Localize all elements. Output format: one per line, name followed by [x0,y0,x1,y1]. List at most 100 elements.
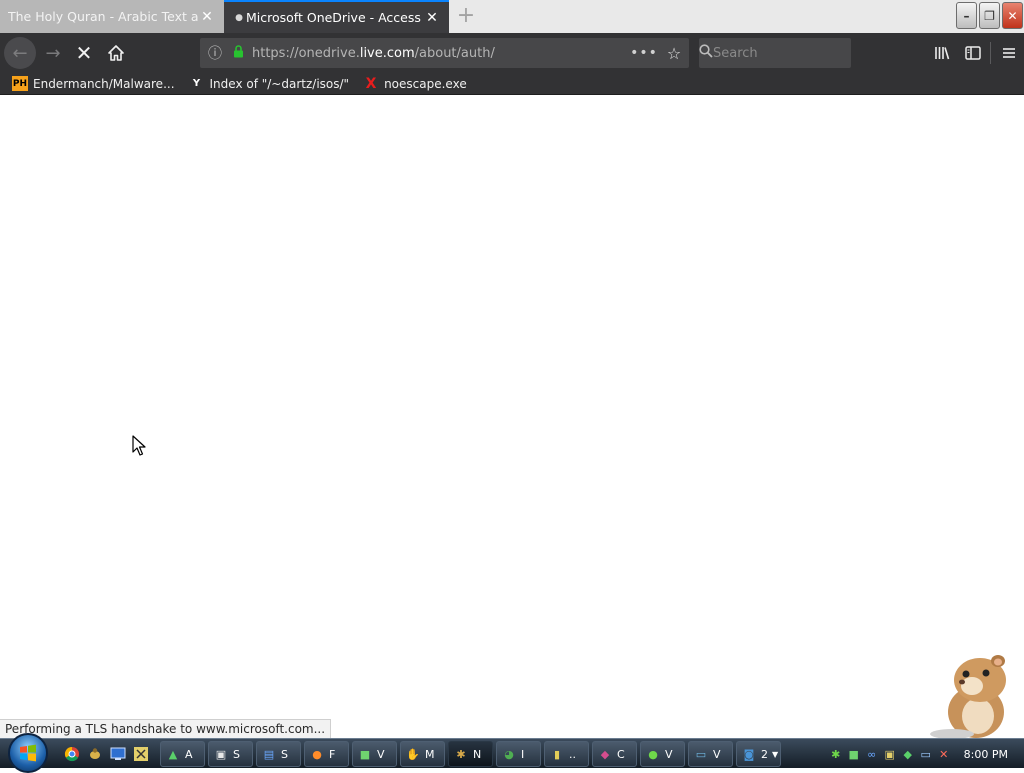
url-text[interactable]: https://onedrive.live.com/about/auth/ [246,46,629,61]
forward-icon[interactable]: → [37,37,69,69]
taskbar-item[interactable]: ✋ M [400,741,445,767]
page-content[interactable] [0,96,1024,739]
page-actions-icon[interactable]: ••• [629,45,659,61]
new-tab-icon[interactable]: + [452,3,480,31]
bookmark-label: Endermanch/Malware... [33,76,175,91]
monitor-app-icon: ▭ [695,747,707,761]
start-button[interactable] [8,733,48,773]
tab-onedrive[interactable]: ● Microsoft OneDrive - Access files ✕ [224,0,449,33]
restore-button[interactable]: ❐ [979,2,1000,29]
bookmarks-toolbar: PH Endermanch/Malware... Y Index of "/~d… [0,73,1024,95]
taskbar-item-label: S [233,747,240,761]
mouse-cursor-icon [132,435,146,460]
tray-app-icon[interactable]: ◆ [900,748,916,761]
tray-app-icon[interactable]: ▣ [882,748,898,761]
card-app-icon: ▣ [215,747,227,761]
triangle-app-icon: ▲ [168,747,178,761]
tray-app-icon[interactable]: ∞ [864,748,880,761]
taskbar-item-label: .. [569,747,576,761]
minimize-button[interactable]: – [956,2,977,29]
back-icon[interactable]: ← [4,37,36,69]
taskbar-item-label: N [473,747,482,761]
home-icon[interactable] [100,37,132,69]
hand-app-icon: ✋ [406,747,420,761]
sidebar-icon[interactable] [957,37,988,69]
tab-title: The Holy Quran - Arabic Text and English [8,9,198,24]
taskbar-item-label: V [665,747,673,761]
green-app-icon: ■ [359,747,371,761]
taskbar-item-label: M [425,747,435,761]
tray-app-icon[interactable]: ■ [846,748,862,761]
taskbar-item-group[interactable]: ◙ 2 ▼ [736,741,781,767]
toolbar-right [926,37,1024,69]
taskbar-item-label: I [521,747,525,761]
status-panel: Performing a TLS handshake to www.micros… [0,719,332,738]
taskbar-item[interactable]: ▲ A [160,741,205,767]
group-app-icon: ◙ [743,747,755,761]
close-icon[interactable]: ✕ [423,10,441,26]
bookmark-endermanch[interactable]: PH Endermanch/Malware... [12,76,175,91]
search-input[interactable] [713,45,883,61]
library-icon[interactable] [926,37,957,69]
loading-dot-icon: ● [235,12,243,23]
firefox-app-icon: ● [312,747,322,761]
taskbar-item[interactable]: ● V [640,741,685,767]
url-prefix: https://onedrive. [252,45,360,61]
bookmark-dartz-isos[interactable]: Y Index of "/~dartz/isos/" [189,76,350,91]
toolbar-separator [990,42,991,64]
x-favicon-icon: X [365,75,377,92]
chevron-down-icon: ▼ [772,749,779,759]
globe-app-icon: ◕ [504,747,514,761]
bookmark-label: noescape.exe [384,76,467,91]
menu-icon[interactable] [993,37,1024,69]
bug-app-icon: ✱ [456,747,466,761]
url-bar[interactable]: ⓘ https://onedrive.live.com/about/auth/ … [200,38,689,68]
bookmark-star-icon[interactable]: ☆ [659,44,689,63]
taskbar-item[interactable]: ◆ C [592,741,637,767]
search-bar[interactable] [699,38,883,68]
bug-quick-icon[interactable] [85,743,105,765]
yc-favicon-icon: Y [192,78,201,89]
pages-app-icon: ▤ [263,747,275,761]
folder-app-icon: ▮ [553,747,561,761]
stop-icon[interactable]: ✕ [68,37,100,69]
desktop-icon[interactable] [108,743,128,765]
tab-title: Microsoft OneDrive - Access files [246,10,423,25]
media-icon[interactable] [131,743,151,765]
taskbar-item-label: V [377,747,385,761]
taskbar-item[interactable]: ▭ V [688,741,733,767]
taskbar-item[interactable]: ■ V [352,741,397,767]
quick-launch [62,743,151,765]
info-icon[interactable]: ⓘ [200,43,230,63]
network-icon[interactable]: ▭ [918,748,934,761]
window-controls: – ❐ ✕ [956,2,1023,29]
close-window-button[interactable]: ✕ [1002,2,1023,29]
taskbar-item[interactable]: ● F [304,741,349,767]
bookmark-noescape[interactable]: X noescape.exe [363,75,467,92]
taskbar-item[interactable]: ▮.. [544,741,589,767]
ph-favicon-icon: PH [12,76,28,91]
taskbar-item-label: S [281,747,288,761]
chrome-icon[interactable] [62,743,82,765]
tab-holy-quran[interactable]: The Holy Quran - Arabic Text and English… [0,0,224,33]
clock[interactable]: 8:00 PM [964,748,1008,761]
taskbar-item[interactable]: ▤ S [256,741,301,767]
close-icon[interactable]: ✕ [198,9,216,25]
taskbar-item-active[interactable]: ✱ N [448,741,493,767]
windows-taskbar: ▲ A ▣ S ▤ S ● F ■ V ✋ M ✱ N ◕ I ▮.. ◆ C ● V ▭ V ◙ 2 ▼… [0,733,1024,773]
taskbar-item-label: 2 [761,747,768,761]
tray-app-icon[interactable]: ✱ [828,748,844,761]
taskbar-item-label: A [185,747,193,761]
taskbar-item-label: V [713,747,721,761]
tab-strip: The Holy Quran - Arabic Text and English… [0,0,1024,33]
lock-icon[interactable] [230,44,246,62]
taskbar-item-label: C [617,747,625,761]
navigation-toolbar: ← → ✕ ⓘ https://onedrive.live.com/about/… [0,33,1024,73]
orb-app-icon: ● [648,747,658,761]
volume-muted-icon[interactable]: ✕ [936,748,952,761]
system-tray: ✱ ■ ∞ ▣ ◆ ▭ ✕ 8:00 PM [828,739,1024,769]
taskbar-items: ▲ A ▣ S ▤ S ● F ■ V ✋ M ✱ N ◕ I ▮.. ◆ C ● V ▭ V ◙ 2 ▼ [160,741,781,767]
taskbar-item[interactable]: ◕ I [496,741,541,767]
taskbar-item[interactable]: ▣ S [208,741,253,767]
bookmark-label: Index of "/~dartz/isos/" [209,76,350,91]
